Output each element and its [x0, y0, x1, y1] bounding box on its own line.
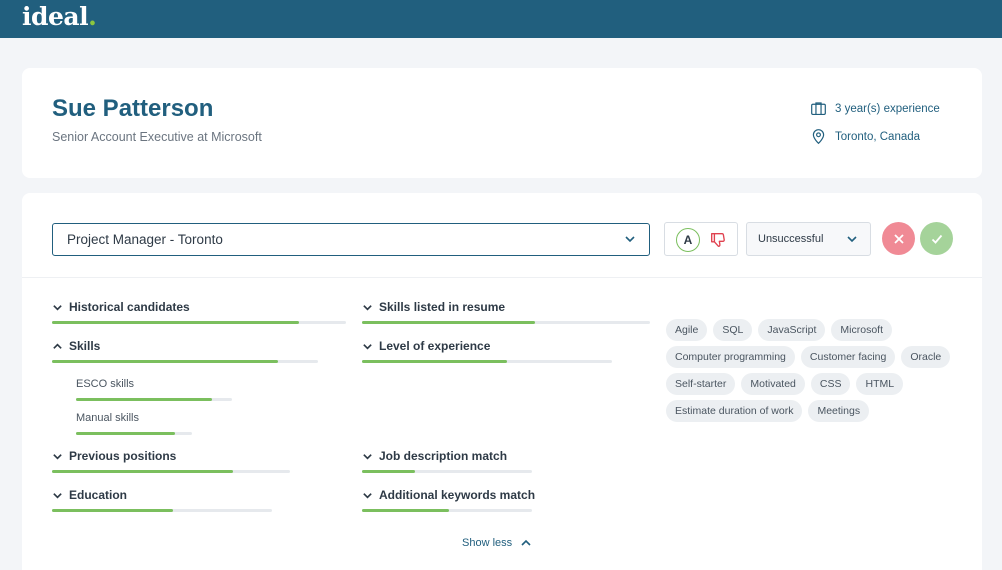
esco-skills-score-bar [76, 398, 232, 401]
section-job-description-match[interactable]: Job description match [362, 449, 507, 463]
chevron-up-icon [53, 342, 62, 349]
thumbs-down-icon[interactable] [709, 231, 727, 249]
skills-listed-score-bar [362, 321, 650, 324]
show-less-label: Show less [462, 537, 513, 549]
chevron-down-icon [53, 304, 62, 311]
accept-button[interactable] [920, 222, 953, 255]
skill-tag: HTML [856, 373, 904, 395]
status-select-value: Unsuccessful [758, 233, 824, 245]
section-label: Education [69, 488, 128, 502]
top-bar: ideal. [0, 0, 1002, 38]
chevron-down-icon [625, 236, 635, 243]
location-text: Toronto, Canada [835, 130, 921, 143]
chevron-down-icon [363, 343, 372, 350]
skills-tag-list: Agile SQL JavaScript Microsoft Computer … [666, 319, 966, 422]
education-score-bar [52, 509, 272, 512]
section-skills-listed-in-resume[interactable]: Skills listed in resume [362, 300, 505, 314]
section-historical-candidates[interactable]: Historical candidates [52, 300, 190, 314]
section-previous-positions[interactable]: Previous positions [52, 449, 176, 463]
skill-tag: Motivated [741, 373, 805, 395]
section-label: Historical candidates [69, 300, 190, 314]
skill-tag: Oracle [901, 346, 951, 368]
job-select-value: Project Manager - Toronto [67, 232, 223, 247]
skill-tag: Computer programming [666, 346, 795, 368]
job-select-dropdown[interactable]: Project Manager - Toronto [52, 223, 650, 256]
check-icon [931, 234, 942, 244]
manual-skills-score-bar [76, 432, 192, 435]
chevron-down-icon [847, 236, 857, 243]
ai-feedback-box: A [664, 222, 738, 256]
section-label: Skills listed in resume [379, 300, 506, 314]
section-education[interactable]: Education [52, 488, 127, 502]
status-select-dropdown[interactable]: Unsuccessful [746, 222, 871, 256]
skill-tag: SQL [713, 319, 753, 341]
section-additional-keywords-match[interactable]: Additional keywords match [362, 488, 535, 502]
ai-score-badge[interactable]: A [676, 228, 700, 252]
experience-info: 3 year(s) experience [810, 100, 940, 117]
job-description-match-score-bar [362, 470, 532, 473]
subsection-manual-skills: Manual skills [76, 412, 139, 424]
chevron-down-icon [53, 492, 62, 499]
additional-keywords-score-bar [362, 509, 532, 512]
close-icon [893, 233, 904, 244]
previous-positions-score-bar [52, 470, 290, 473]
reject-button[interactable] [882, 222, 915, 255]
chevron-up-icon [521, 539, 531, 546]
skill-tag: Agile [666, 319, 708, 341]
section-level-of-experience[interactable]: Level of experience [362, 339, 490, 353]
location-info: Toronto, Canada [810, 128, 920, 145]
skill-tag: CSS [810, 373, 851, 395]
candidate-profile-card: Sue Patterson Senior Account Executive a… [22, 68, 982, 178]
skill-tag: JavaScript [758, 319, 826, 341]
skill-tag: Self-starter [666, 373, 736, 395]
match-analysis-card: Project Manager - Toronto A Unsuccessful… [22, 193, 982, 570]
chevron-down-icon [53, 453, 62, 460]
chevron-down-icon [363, 304, 372, 311]
skill-tag: Customer facing [800, 346, 896, 368]
section-label: Job description match [379, 449, 508, 463]
historical-candidates-score-bar [52, 321, 346, 324]
candidate-headline: Senior Account Executive at Microsoft [52, 130, 262, 144]
section-label: Level of experience [379, 339, 491, 353]
candidate-name: Sue Patterson [52, 95, 214, 122]
skill-tag: Estimate duration of work [666, 400, 803, 422]
section-label: Additional keywords match [379, 488, 536, 502]
location-pin-icon [812, 129, 825, 145]
ideal-logo[interactable]: ideal. [22, 2, 97, 31]
chevron-down-icon [363, 453, 372, 460]
skill-tag: Meetings [808, 400, 870, 422]
subsection-esco-skills: ESCO skills [76, 378, 135, 390]
skills-score-bar [52, 360, 318, 363]
level-of-experience-score-bar [362, 360, 612, 363]
chevron-down-icon [363, 492, 372, 499]
show-less-button[interactable]: Show less [462, 537, 532, 549]
briefcase-icon [811, 102, 826, 116]
skill-tag: Microsoft [831, 319, 892, 341]
section-label: Skills [69, 339, 101, 353]
section-label: Previous positions [69, 449, 177, 463]
experience-text: 3 year(s) experience [835, 102, 940, 115]
divider [22, 277, 982, 278]
section-skills[interactable]: Skills [52, 339, 100, 353]
